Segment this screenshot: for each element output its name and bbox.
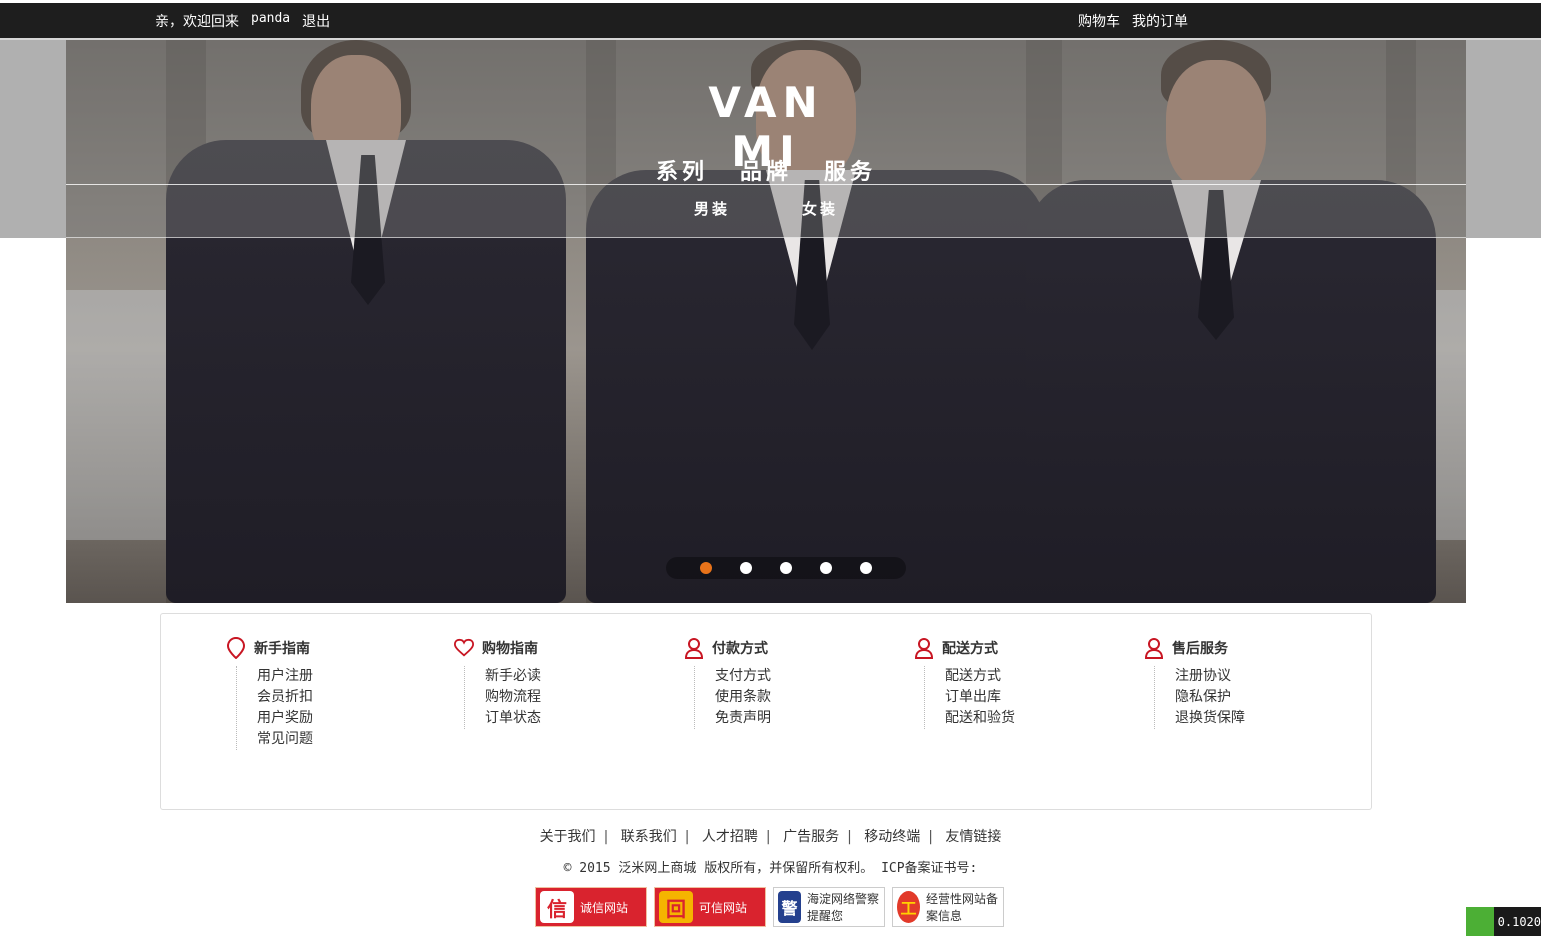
help-link[interactable]: 退换货保障: [1175, 708, 1344, 729]
help-column-newbie: 新手指南 用户注册 会员折扣 用户奖励 常见问题: [226, 636, 426, 750]
logout-link[interactable]: 退出: [302, 11, 330, 31]
top-bar: 亲，欢迎回来 panda 退出 购物车 我的订单: [0, 3, 1541, 38]
link-separator: |: [765, 829, 771, 845]
help-link[interactable]: 支付方式: [715, 666, 884, 687]
carousel-dot-4[interactable]: [820, 562, 832, 574]
meter-value: 0.1020: [1497, 914, 1541, 929]
main-nav: 系列 品牌 服务: [66, 154, 1466, 186]
badge-trusted-site[interactable]: 回 可信网站: [654, 887, 766, 927]
help-link[interactable]: 会员折扣: [257, 687, 426, 708]
help-column-title: 购物指南: [482, 641, 538, 657]
trust-badges: 信 诚信网站 回 可信网站 警 海淀网络警察提醒您 工 经营性网站备案信息: [535, 887, 1004, 927]
carousel-dot-5[interactable]: [860, 562, 872, 574]
help-link[interactable]: 常见问题: [257, 729, 426, 750]
nav-item-womenswear[interactable]: 女装: [802, 198, 838, 219]
carousel-dot-1[interactable]: [700, 562, 712, 574]
credit-seal-icon: 信: [540, 891, 574, 923]
nav-item-menswear[interactable]: 男装: [694, 198, 730, 219]
carousel-indicators: [666, 557, 906, 579]
help-link[interactable]: 免责声明: [715, 708, 884, 729]
trust-site-icon: 回: [659, 891, 693, 923]
registry-icon: 工: [897, 891, 920, 923]
link-separator: |: [603, 829, 609, 845]
help-link-list: 新手必读 购物流程 订单状态: [464, 666, 654, 729]
badge-police[interactable]: 警 海淀网络警察提醒您: [773, 887, 885, 927]
user-greeting-group: 亲，欢迎回来 panda 退出: [155, 11, 330, 31]
footer-link-ads[interactable]: 广告服务: [783, 829, 839, 845]
help-column-title: 付款方式: [712, 641, 768, 657]
help-column-delivery: 配送方式 配送方式 订单出库 配送和验货: [914, 636, 1114, 729]
help-link[interactable]: 配送方式: [945, 666, 1114, 687]
help-column-title: 售后服务: [1172, 641, 1228, 657]
pin-icon: [226, 637, 246, 659]
help-link[interactable]: 订单出库: [945, 687, 1114, 708]
carousel-dot-2[interactable]: [740, 562, 752, 574]
footer-link-friends[interactable]: 友情链接: [945, 829, 1001, 845]
sub-nav: 男装 女装: [66, 198, 1466, 219]
username-link[interactable]: panda: [251, 11, 290, 31]
help-link[interactable]: 注册协议: [1175, 666, 1344, 687]
link-separator: |: [684, 829, 690, 845]
background-window: [66, 290, 176, 540]
help-link-list: 用户注册 会员折扣 用户奖励 常见问题: [236, 666, 426, 750]
nav-divider: [66, 237, 1466, 238]
help-link[interactable]: 订单状态: [485, 708, 654, 729]
user-icon: [684, 638, 704, 659]
user-icon: [1144, 638, 1164, 659]
hero-banner[interactable]: VAN MI 系列 品牌 服务 男装 女装: [66, 40, 1466, 603]
help-column-aftersales: 售后服务 注册协议 隐私保护 退换货保障: [1144, 636, 1344, 729]
carousel-dot-3[interactable]: [780, 562, 792, 574]
help-link[interactable]: 购物流程: [485, 687, 654, 708]
footer-links: 关于我们 | 联系我们 | 人才招聘 | 广告服务 | 移动终端 | 友情链接: [0, 826, 1541, 846]
badge-integrity-site[interactable]: 信 诚信网站: [535, 887, 647, 927]
help-column-shopping: 购物指南 新手必读 购物流程 订单状态: [454, 636, 654, 729]
heart-icon: [454, 638, 474, 657]
nav-item-series[interactable]: 系列: [656, 154, 708, 186]
help-panel: 新手指南 用户注册 会员折扣 用户奖励 常见问题 购物指南 新手必读 购物流程 …: [160, 613, 1372, 810]
help-column-payment: 付款方式 支付方式 使用条款 免责声明: [684, 636, 884, 729]
copyright-text: © 2015 泛米网上商城 版权所有，并保留所有权利。 ICP备案证书号:: [563, 861, 978, 876]
badge-registry[interactable]: 工 经营性网站备案信息: [892, 887, 1004, 927]
speed-meter-widget[interactable]: 0.1020: [1466, 907, 1541, 936]
footer-link-mobile[interactable]: 移动终端: [864, 829, 920, 845]
help-link[interactable]: 配送和验货: [945, 708, 1114, 729]
cart-link[interactable]: 购物车: [1078, 11, 1120, 31]
help-column-title: 配送方式: [942, 641, 998, 657]
footer-link-about[interactable]: 关于我们: [540, 829, 596, 845]
help-link[interactable]: 用户注册: [257, 666, 426, 687]
help-link[interactable]: 隐私保护: [1175, 687, 1344, 708]
leaf-icon: [1466, 907, 1494, 936]
orders-link[interactable]: 我的订单: [1132, 11, 1188, 31]
help-link-list: 支付方式 使用条款 免责声明: [694, 666, 884, 729]
greeting-text: 亲，欢迎回来: [155, 14, 239, 30]
help-column-title: 新手指南: [254, 641, 310, 657]
footer-link-jobs[interactable]: 人才招聘: [702, 829, 758, 845]
help-link-list: 配送方式 订单出库 配送和验货: [924, 666, 1114, 729]
link-separator: |: [928, 829, 933, 845]
link-separator: |: [847, 829, 852, 845]
help-link[interactable]: 使用条款: [715, 687, 884, 708]
help-link[interactable]: 新手必读: [485, 666, 654, 687]
nav-item-brand[interactable]: 品牌: [740, 154, 792, 186]
police-icon: 警: [778, 891, 801, 923]
footer-link-contact[interactable]: 联系我们: [621, 829, 677, 845]
user-links-group: 购物车 我的订单: [1078, 11, 1188, 31]
user-icon: [914, 638, 934, 659]
help-link-list: 注册协议 隐私保护 退换货保障: [1154, 666, 1344, 729]
nav-item-service[interactable]: 服务: [824, 154, 876, 186]
help-link[interactable]: 用户奖励: [257, 708, 426, 729]
